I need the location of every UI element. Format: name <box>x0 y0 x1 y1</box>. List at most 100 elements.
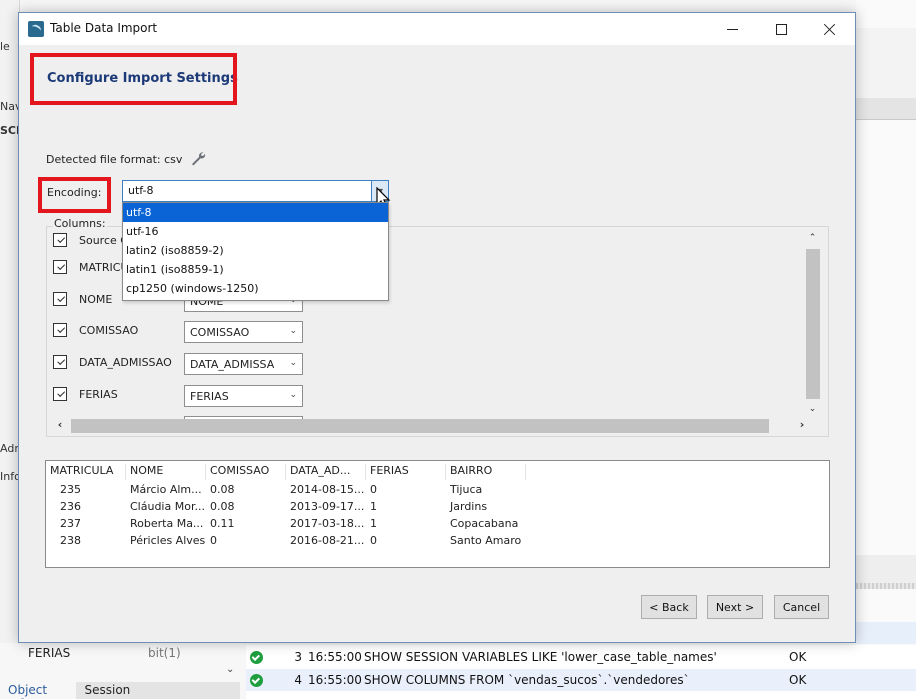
success-icon <box>250 650 263 664</box>
encoding-dropdown-list: utf-8 utf-16 latin2 (iso8859-2) latin1 (… <box>122 202 389 301</box>
log-message: OK <box>789 650 807 664</box>
data-preview-table: MATRICULA NOME COMISSAO DATA_AD... FERIA… <box>45 460 830 568</box>
preview-cell: Jardins <box>450 500 488 513</box>
preview-cell: Copacabana <box>450 517 519 530</box>
preview-cell: 0.08 <box>210 483 235 496</box>
encoding-select[interactable]: utf-8 ▼ <box>122 180 389 202</box>
table-data-import-dialog: Table Data Import Configure Import Setti… <box>18 12 856 643</box>
column-name: COMISSAO <box>79 324 139 337</box>
target-column-select[interactable]: FERIAS ⌄ <box>184 385 303 407</box>
preview-cell: 1 <box>370 500 377 513</box>
next-button[interactable]: Next > <box>707 595 763 619</box>
columns-horizontal-scrollbar[interactable]: ‹ › <box>49 417 804 434</box>
column-checkbox[interactable] <box>53 387 67 401</box>
columns-vertical-scrollbar[interactable]: ⌃ ⌄ <box>804 233 821 418</box>
chevron-down-icon[interactable]: ⌄ <box>226 664 234 675</box>
target-column-value: FERIAS <box>190 390 229 403</box>
preview-cell: 0 <box>370 534 377 547</box>
detected-file-format: Detected file format: csv <box>46 153 183 166</box>
log-number: 3 <box>294 650 302 664</box>
preview-row: 235 Márcio Alm... 0.08 2014-08-15... 0 T… <box>46 483 526 500</box>
columns-label: Columns: <box>53 217 107 230</box>
close-icon <box>823 23 836 36</box>
wrench-icon[interactable] <box>189 150 207 168</box>
mysql-workbench-icon <box>28 21 44 37</box>
encoding-option[interactable]: cp1250 (windows-1250) <box>123 279 388 298</box>
sidebar-fragment: SCH <box>0 124 20 137</box>
tab-session[interactable]: Session <box>76 682 240 699</box>
maximize-button[interactable] <box>758 13 804 45</box>
target-column-select[interactable]: DATA_ADMISSA ⌄ <box>184 353 303 375</box>
preview-cell: Roberta Ma... <box>130 517 204 530</box>
preview-cell: 2013-09-17... <box>290 500 365 513</box>
scroll-right-icon[interactable]: › <box>794 418 810 431</box>
back-button[interactable]: < Back <box>641 595 697 619</box>
log-row[interactable]: 4 16:55:00 SHOW COLUMNS FROM `vendas_suc… <box>246 669 916 691</box>
log-row[interactable]: 3 16:55:00 SHOW SESSION VARIABLES LIKE '… <box>246 646 916 668</box>
column-checkbox[interactable] <box>53 260 67 274</box>
encoding-option[interactable]: utf-16 <box>123 222 388 241</box>
column-name: DATA_ADMISSAO <box>79 356 172 369</box>
maximize-icon <box>775 23 787 35</box>
target-column-value: COMISSAO <box>190 326 250 339</box>
cancel-button[interactable]: Cancel <box>774 595 829 619</box>
column-checkbox[interactable] <box>53 233 67 247</box>
encoding-value: utf-8 <box>128 184 154 197</box>
title-bar[interactable]: Table Data Import <box>19 13 855 45</box>
sidebar-fragment: Info <box>0 470 20 483</box>
preview-row: 238 Péricles Alves 0 2016-08-21... 0 San… <box>46 534 526 551</box>
column-checkbox[interactable] <box>53 355 67 369</box>
preview-cell: Márcio Alm... <box>130 483 202 496</box>
scroll-up-icon[interactable]: ⌃ <box>804 233 821 247</box>
preview-cell: Tijuca <box>450 483 483 496</box>
scroll-thumb[interactable] <box>71 419 769 433</box>
log-message: OK <box>789 673 807 687</box>
preview-cell: 0 <box>370 483 377 496</box>
window-title: Table Data Import <box>50 21 158 35</box>
column-name: NOME <box>79 293 113 306</box>
chevron-down-icon: ⌄ <box>289 326 297 336</box>
log-number: 4 <box>294 673 302 687</box>
sidebar-fragment: le <box>0 40 10 53</box>
preview-cell: 1 <box>370 517 377 530</box>
preview-cell: 2014-08-15... <box>290 483 365 496</box>
preview-header[interactable]: FERIAS <box>366 464 446 480</box>
column-checkbox[interactable] <box>53 323 67 337</box>
encoding-option[interactable]: latin2 (iso8859-2) <box>123 241 388 260</box>
preview-cell: 237 <box>60 517 81 530</box>
column-name: FERIAS <box>79 388 118 401</box>
log-time: 16:55:00 <box>308 650 362 664</box>
minimize-button[interactable] <box>709 13 755 45</box>
encoding-option[interactable]: latin1 (iso8859-1) <box>123 260 388 279</box>
workbench-right-area <box>856 0 916 699</box>
success-icon <box>250 673 263 687</box>
log-time: 16:55:00 <box>308 673 362 687</box>
sidebar-fragment: Adm <box>0 442 20 455</box>
preview-cell: 236 <box>60 500 81 513</box>
preview-row: 237 Roberta Ma... 0.11 2017-03-18... 1 C… <box>46 517 526 534</box>
preview-header[interactable]: DATA_AD... <box>286 464 366 480</box>
log-action: SHOW COLUMNS FROM `vendas_sucos`.`vended… <box>364 673 690 687</box>
target-column-select[interactable]: COMISSAO ⌄ <box>184 321 303 343</box>
action-output-log: 3 16:55:00 SHOW SESSION VARIABLES LIKE '… <box>246 645 916 699</box>
encoding-option[interactable]: utf-8 <box>123 203 388 222</box>
chevron-down-icon: ⌄ <box>289 390 297 400</box>
column-checkbox[interactable] <box>53 292 67 306</box>
info-tabs: Object Info Session <box>0 682 240 699</box>
scroll-thumb[interactable] <box>806 249 820 399</box>
preview-header[interactable]: NOME <box>126 464 206 480</box>
preview-cell: Cláudia Mor... <box>130 500 205 513</box>
tab-object-info[interactable]: Object Info <box>0 682 76 699</box>
log-action: SHOW SESSION VARIABLES LIKE 'lower_case_… <box>364 650 717 664</box>
workbench-left-sidebar: le Nav SCH Adm Info <box>0 0 20 699</box>
preview-header[interactable]: BAIRRO <box>446 464 526 480</box>
scroll-down-icon[interactable]: ⌄ <box>804 404 821 418</box>
property-name: FERIAS <box>28 646 71 660</box>
preview-row: 236 Cláudia Mor... 0.08 2013-09-17... 1 … <box>46 500 526 517</box>
target-column-value: DATA_ADMISSA <box>190 358 275 371</box>
preview-cell: Péricles Alves <box>130 534 206 547</box>
preview-header[interactable]: MATRICULA <box>46 464 126 480</box>
scroll-left-icon[interactable]: ‹ <box>52 418 68 431</box>
close-button[interactable] <box>806 13 852 45</box>
preview-header[interactable]: COMISSAO <box>206 464 286 480</box>
